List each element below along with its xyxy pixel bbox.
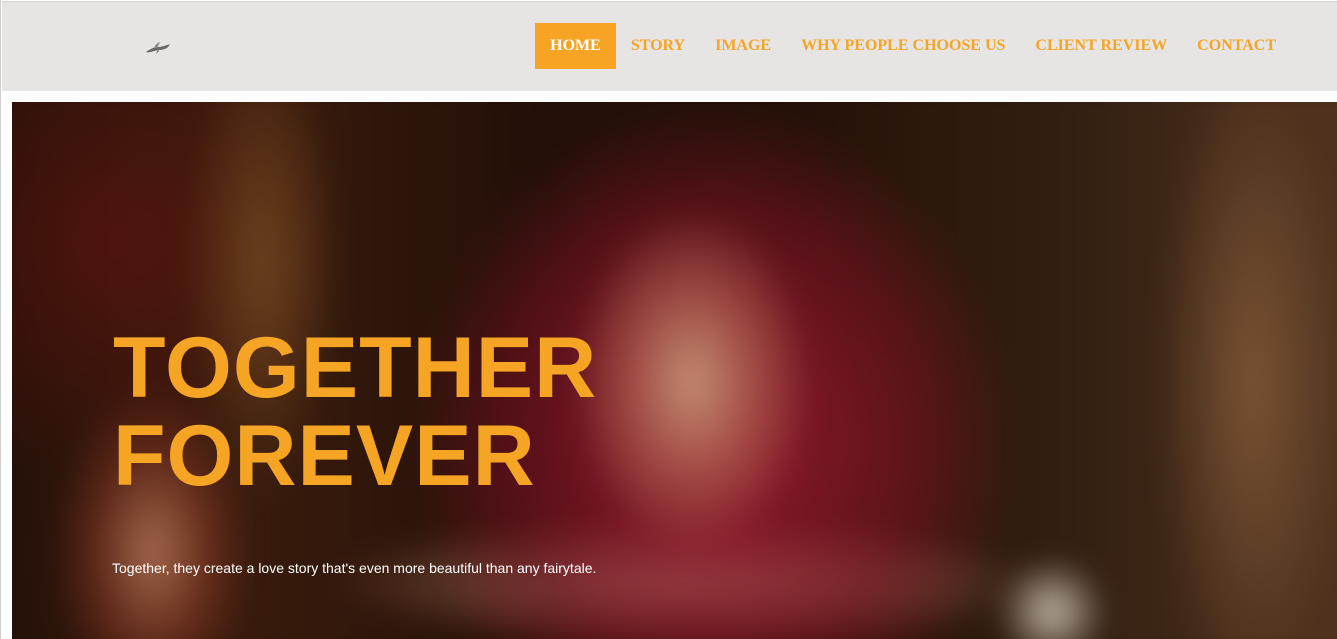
dove-icon [146,42,170,54]
hero-title-line1: TOGETHER [113,320,598,416]
navbar: HOME STORY IMAGE WHY PEOPLE CHOOSE US CL… [2,1,1337,91]
main-nav: HOME STORY IMAGE WHY PEOPLE CHOOSE US CL… [535,23,1291,69]
nav-client-review[interactable]: CLIENT REVIEW [1020,23,1182,69]
logo-link[interactable] [144,40,172,56]
hero-title-line2: FOREVER [113,408,536,504]
nav-why-people-choose-us[interactable]: WHY PEOPLE CHOOSE US [786,23,1020,69]
nav-image[interactable]: IMAGE [700,23,786,69]
hero-banner: TOGETHER FOREVER Together, they create a… [12,102,1337,639]
nav-story[interactable]: STORY [616,23,700,69]
hero-title: TOGETHER FOREVER [113,324,813,500]
hero-subtitle: Together, they create a love story that'… [112,560,597,576]
page: HOME STORY IMAGE WHY PEOPLE CHOOSE US CL… [0,0,1337,639]
nav-home[interactable]: HOME [535,23,616,69]
nav-contact[interactable]: CONTACT [1182,23,1291,69]
